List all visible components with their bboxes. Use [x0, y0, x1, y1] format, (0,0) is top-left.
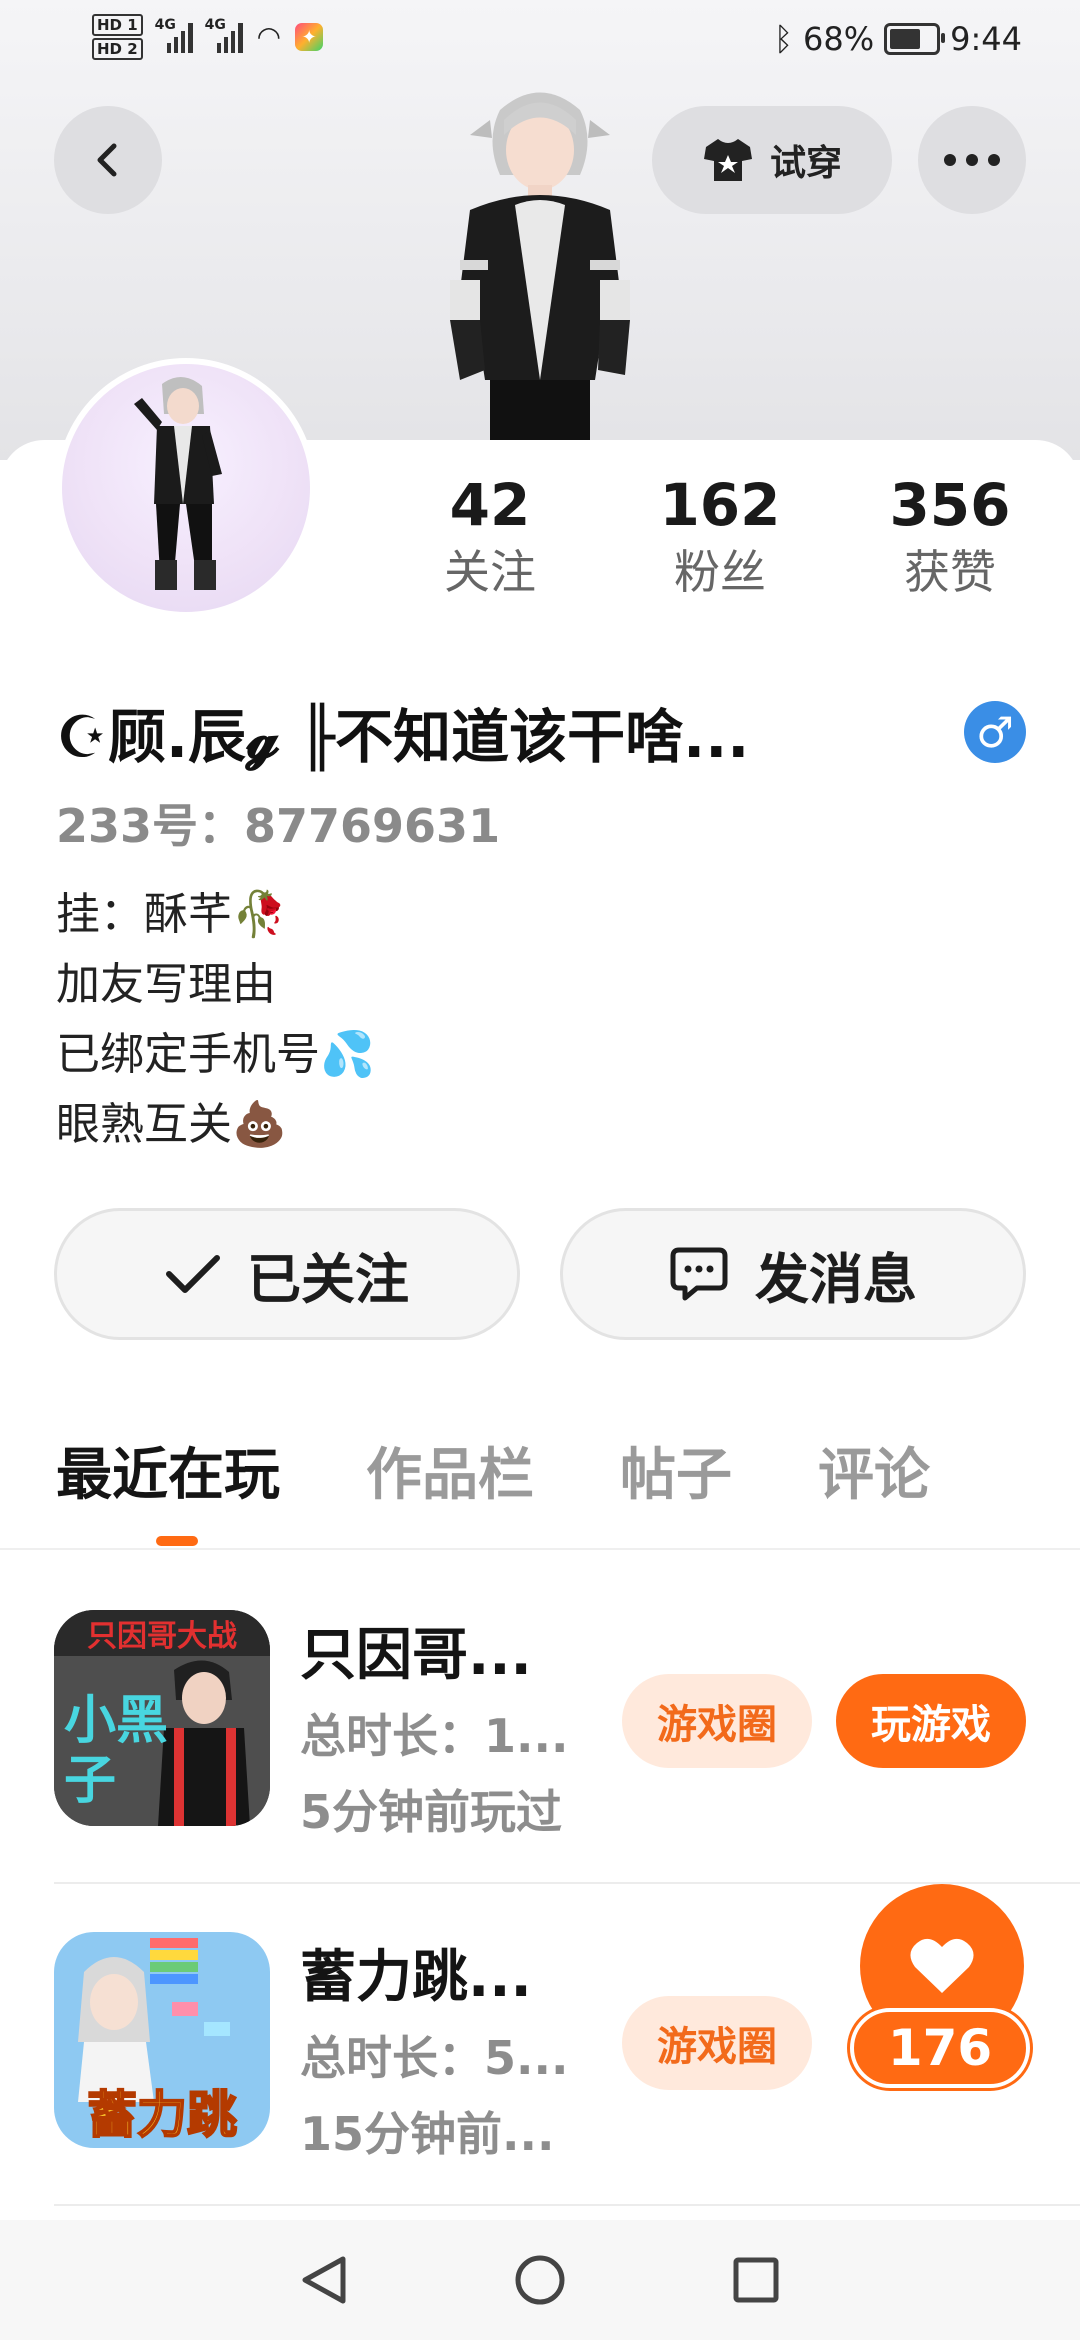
- game-title: 只因哥...: [300, 1623, 532, 1688]
- character-model-image: [450, 92, 630, 460]
- bio-line: 已绑定手机号💦: [56, 1029, 375, 1080]
- app-notification-icon: ✦: [295, 23, 324, 51]
- system-nav-bar: [0, 2220, 1080, 2340]
- followed-label: 已关注: [247, 1247, 409, 1311]
- following-label: 关注: [444, 545, 536, 599]
- thumb-main-text: 蓄力跳: [87, 2086, 237, 2144]
- game-duration: 总时长：5...: [300, 2031, 569, 2085]
- clock: 9:44: [950, 20, 1022, 58]
- heart-icon: [910, 1938, 974, 1993]
- likes-label: 获赞: [904, 545, 996, 599]
- wifi-icon: ◠: [256, 20, 282, 53]
- shirt-icon: [703, 139, 752, 181]
- tab-posts[interactable]: 帖子: [620, 1430, 732, 1511]
- game-circle-button[interactable]: 游戏圈: [622, 1996, 812, 2090]
- bio-line: 眼熟互关💩: [56, 1099, 287, 1150]
- stat-followers[interactable]: 162 粉丝: [630, 470, 810, 604]
- hd-indicator: HD 1 HD 2: [92, 14, 143, 60]
- row-divider: [54, 2204, 1080, 2206]
- battery-percent: 68%: [803, 20, 875, 58]
- tab-comments[interactable]: 评论: [818, 1430, 930, 1511]
- game-thumbnail[interactable]: 蓄力跳: [54, 1932, 270, 2148]
- male-gender-icon: ♂: [964, 701, 1026, 763]
- try-on-button[interactable]: 试穿: [652, 106, 892, 214]
- signal-icon: 4G: [155, 17, 193, 53]
- profile-stats: 42 关注 162 粉丝 356 获赞: [400, 470, 1040, 604]
- bluetooth-icon: ᛒ: [773, 20, 794, 58]
- game-last-played: 5分钟前玩过: [300, 1785, 563, 1839]
- hd1-label: HD 1: [92, 14, 143, 36]
- send-message-label: 发消息: [755, 1247, 917, 1311]
- game-circle-button[interactable]: 游戏圈: [622, 1674, 812, 1768]
- row-divider: [54, 1882, 1080, 1884]
- profile-tabs: 最近在玩 作品栏 帖子 评论: [56, 1430, 1026, 1546]
- followed-button[interactable]: 已关注: [54, 1208, 520, 1340]
- game-cover-image: 蓄力跳: [54, 1932, 270, 2148]
- avatar[interactable]: [56, 358, 316, 618]
- nav-home-icon[interactable]: [513, 2253, 567, 2307]
- user-bio: 挂：酥芊🥀 加友写理由 已绑定手机号💦 眼熟互关💩: [56, 880, 375, 1160]
- back-arrow-icon: [97, 143, 117, 177]
- checkmark-icon: [166, 1255, 220, 1293]
- send-message-button[interactable]: 发消息: [560, 1208, 1026, 1340]
- game-last-played: 15分钟前...: [300, 2107, 555, 2161]
- signal-icon: 4G: [205, 17, 243, 53]
- likes-count: 356: [889, 471, 1011, 539]
- action-row: 已关注 发消息: [54, 1208, 1026, 1340]
- following-count: 42: [449, 471, 531, 539]
- hd2-label: HD 2: [92, 38, 143, 60]
- back-button[interactable]: [54, 106, 162, 214]
- play-game-button[interactable]: 玩游戏: [836, 1674, 1026, 1768]
- more-options-button[interactable]: [918, 106, 1026, 214]
- like-count: 176: [850, 2008, 1030, 2088]
- thumb-title-text: 只因哥大战: [87, 1619, 237, 1654]
- user-id: 233号：87769631: [56, 799, 501, 853]
- game-cover-image: 只因哥大战 小黑子: [54, 1610, 270, 1826]
- bio-line: 挂：酥芊🥀: [56, 889, 287, 940]
- tab-works[interactable]: 作品栏: [366, 1430, 534, 1511]
- battery-icon: [884, 23, 946, 55]
- list-item[interactable]: 只因哥大战 小黑子 只因哥... 总时长：1... 5分钟前玩过 游戏圈 玩游戏: [54, 1610, 1054, 1839]
- user-name: ☪顾.辰𝓰 ╟不知道该干啥...: [56, 703, 750, 771]
- more-dots-icon: [944, 154, 1000, 166]
- game-thumbnail[interactable]: 只因哥大战 小黑子: [54, 1610, 270, 1826]
- game-duration: 总时长：1...: [300, 1709, 569, 1763]
- tab-divider: [0, 1548, 1080, 1550]
- network-type-2: 4G: [204, 17, 226, 33]
- tab-recently-played[interactable]: 最近在玩: [56, 1430, 280, 1546]
- status-bar: HD 1 HD 2 4G 4G ◠ ✦ ᛒ 68% 9:44: [0, 0, 1080, 88]
- stat-likes[interactable]: 356 获赞: [860, 470, 1040, 604]
- stat-following[interactable]: 42 关注: [400, 470, 580, 604]
- followers-count: 162: [659, 471, 781, 539]
- followers-label: 粉丝: [674, 545, 766, 599]
- nav-recents-icon[interactable]: [731, 2255, 781, 2305]
- game-title: 蓄力跳...: [300, 1945, 532, 2010]
- bio-line: 加友写理由: [56, 959, 276, 1010]
- nav-back-icon[interactable]: [299, 2253, 349, 2307]
- try-on-label: 试穿: [769, 143, 842, 184]
- avatar-character-image: [134, 376, 222, 590]
- name-row: ☪顾.辰𝓰 ╟不知道该干啥... ♂: [56, 690, 1026, 774]
- network-type-1: 4G: [154, 17, 176, 33]
- chat-bubble-icon: [670, 1247, 728, 1301]
